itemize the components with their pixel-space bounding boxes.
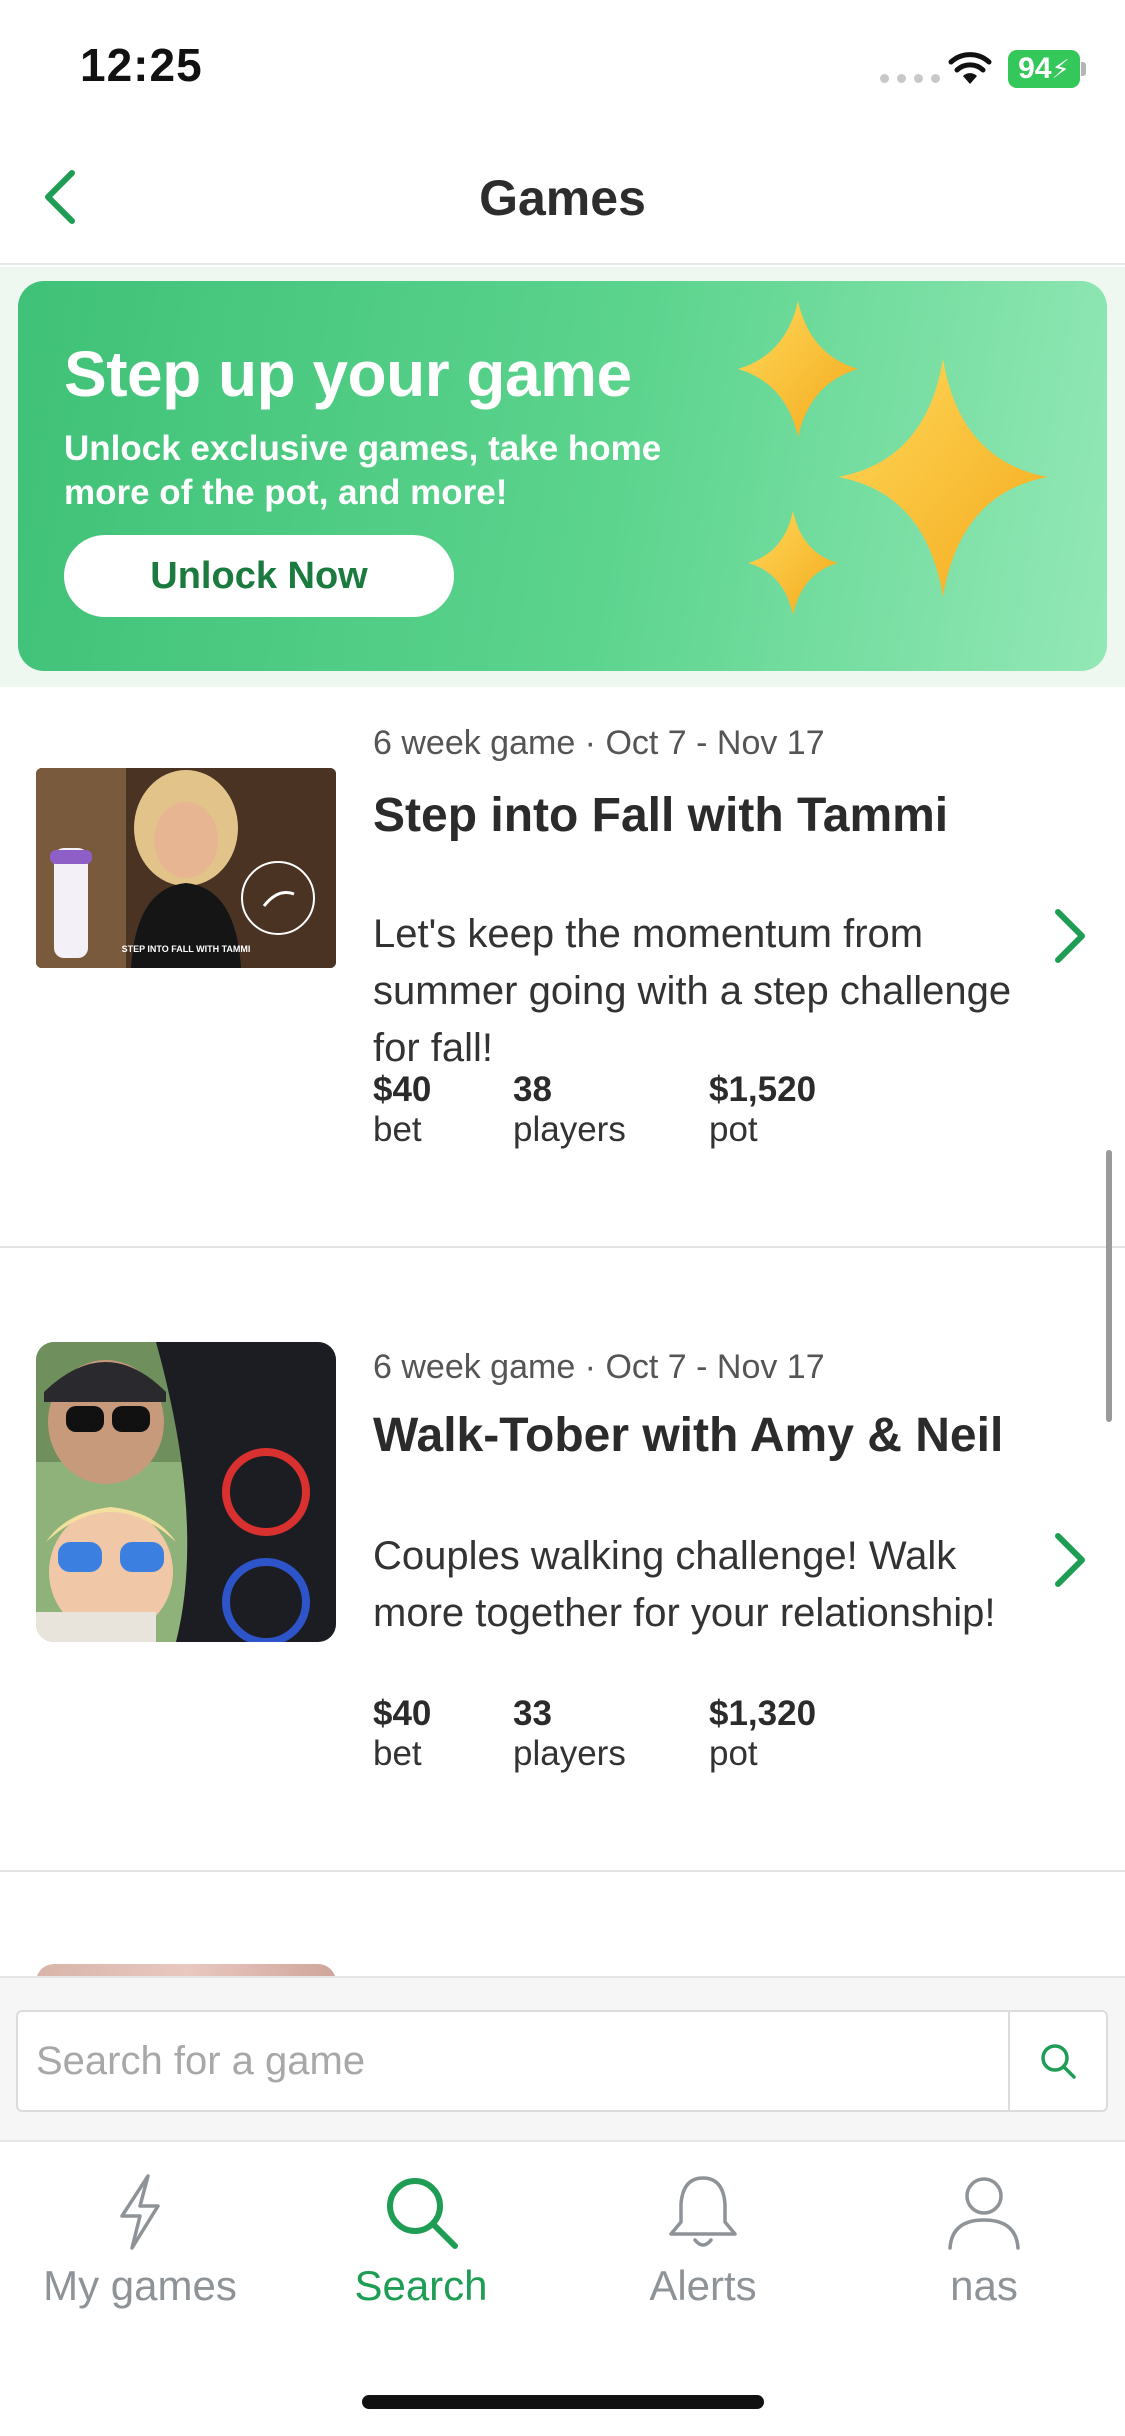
- game-meta: 6 week game · Oct 7 - Nov 17: [373, 1348, 825, 1386]
- tab-label: My games: [43, 2262, 237, 2309]
- game-stats: $40 bet 38 players $1,520 pot: [373, 1070, 816, 1150]
- promo-title: Step up your game: [64, 338, 632, 410]
- game-list-item[interactable]: STEP INTO FALL WITH TAMMI 6 week game · …: [0, 688, 1125, 1248]
- tab-label: Search: [354, 2262, 488, 2309]
- status-bar: 12:25 94 ⚡: [0, 0, 1125, 135]
- search-icon: [387, 2178, 458, 2249]
- tab-label: Alerts: [649, 2262, 757, 2309]
- stat-label: pot: [709, 1110, 758, 1149]
- promo-subtitle: Unlock exclusive games, take home more o…: [64, 429, 662, 512]
- stat-label: players: [513, 1110, 626, 1149]
- game-title: Walk-Tober with Amy & Neil: [373, 1409, 1004, 1462]
- promo-section: Step up your game Unlock exclusive games…: [0, 267, 1125, 687]
- status-time: 12:25: [80, 39, 203, 91]
- chevron-right-icon: [1055, 909, 1085, 963]
- stat-label: bet: [373, 1110, 422, 1149]
- stat-bet: $40 bet: [373, 1694, 513, 1774]
- tab-search[interactable]: Search: [291, 2170, 551, 2320]
- stat-value: $1,520: [709, 1070, 817, 1109]
- thumb-caption: STEP INTO FALL WITH TAMMI: [122, 944, 251, 954]
- stat-pot: $1,520 pot: [709, 1070, 816, 1150]
- battery-icon: 94 ⚡: [1008, 50, 1080, 88]
- tab-profile[interactable]: nas: [854, 2170, 1114, 2320]
- game-description: Couples walking challenge! Walk more tog…: [373, 1534, 996, 1635]
- stat-value: $40: [373, 1070, 432, 1109]
- stat-players: 38 players: [513, 1070, 709, 1150]
- game-description: Let's keep the momentum from summer goin…: [373, 912, 1012, 1070]
- bell-icon: [669, 2176, 737, 2247]
- game-title: Step into Fall with Tammi: [373, 789, 949, 842]
- tab-alerts[interactable]: Alerts: [573, 2170, 833, 2320]
- stat-value: 33: [513, 1694, 552, 1733]
- search-input[interactable]: [18, 2012, 1008, 2110]
- search-icon: [1041, 2044, 1076, 2079]
- stat-value: 38: [513, 1070, 552, 1109]
- tab-bar: My games Search Alerts nas: [0, 2140, 1125, 2436]
- tab-label: nas: [950, 2262, 1018, 2309]
- lightning-icon: [120, 2174, 160, 2250]
- home-indicator[interactable]: [362, 2395, 764, 2409]
- search-bar-area: [0, 1976, 1125, 2140]
- game-thumbnail-photo: [36, 1342, 336, 1642]
- search-button[interactable]: [1008, 2012, 1106, 2110]
- scrollbar[interactable]: [1106, 1150, 1112, 1422]
- tab-my-games[interactable]: My games: [10, 2170, 270, 2320]
- user-icon: [948, 2177, 1020, 2250]
- wifi-icon: [948, 52, 992, 84]
- game-thumbnail-photo: STEP INTO FALL WITH TAMMI: [36, 768, 336, 968]
- game-list-item[interactable]: 6 week game · Oct 7 - Nov 17 Walk-Tober …: [0, 1248, 1125, 1872]
- chevron-right-icon: [1055, 1533, 1085, 1587]
- cellular-signal-icon: [880, 74, 940, 83]
- stat-value: $1,320: [709, 1694, 817, 1733]
- page-title: Games: [479, 170, 646, 226]
- stat-pot: $1,320 pot: [709, 1694, 816, 1774]
- nav-bar: Games: [0, 135, 1125, 265]
- stat-label: pot: [709, 1734, 758, 1773]
- game-thumbnail: STEP INTO FALL WITH TAMMI: [36, 768, 336, 968]
- game-meta: 6 week game · Oct 7 - Nov 17: [373, 724, 825, 762]
- battery-tip: [1081, 62, 1086, 76]
- promo-banner[interactable]: Step up your game Unlock exclusive games…: [18, 281, 1107, 671]
- stat-bet: $40 bet: [373, 1070, 513, 1150]
- stat-label: bet: [373, 1734, 422, 1773]
- stat-label: players: [513, 1734, 626, 1773]
- game-stats: $40 bet 33 players $1,320 pot: [373, 1694, 816, 1774]
- search-box: [16, 2010, 1108, 2112]
- game-list-item[interactable]: [0, 1872, 1125, 1976]
- game-thumbnail: [36, 1342, 336, 1642]
- battery-level: 94: [1018, 52, 1052, 85]
- stat-value: $40: [373, 1694, 432, 1733]
- unlock-now-button[interactable]: Unlock Now: [64, 535, 454, 617]
- stat-players: 33 players: [513, 1694, 709, 1774]
- game-thumbnail: [36, 1964, 336, 1976]
- sparkle-icon: [738, 301, 1048, 615]
